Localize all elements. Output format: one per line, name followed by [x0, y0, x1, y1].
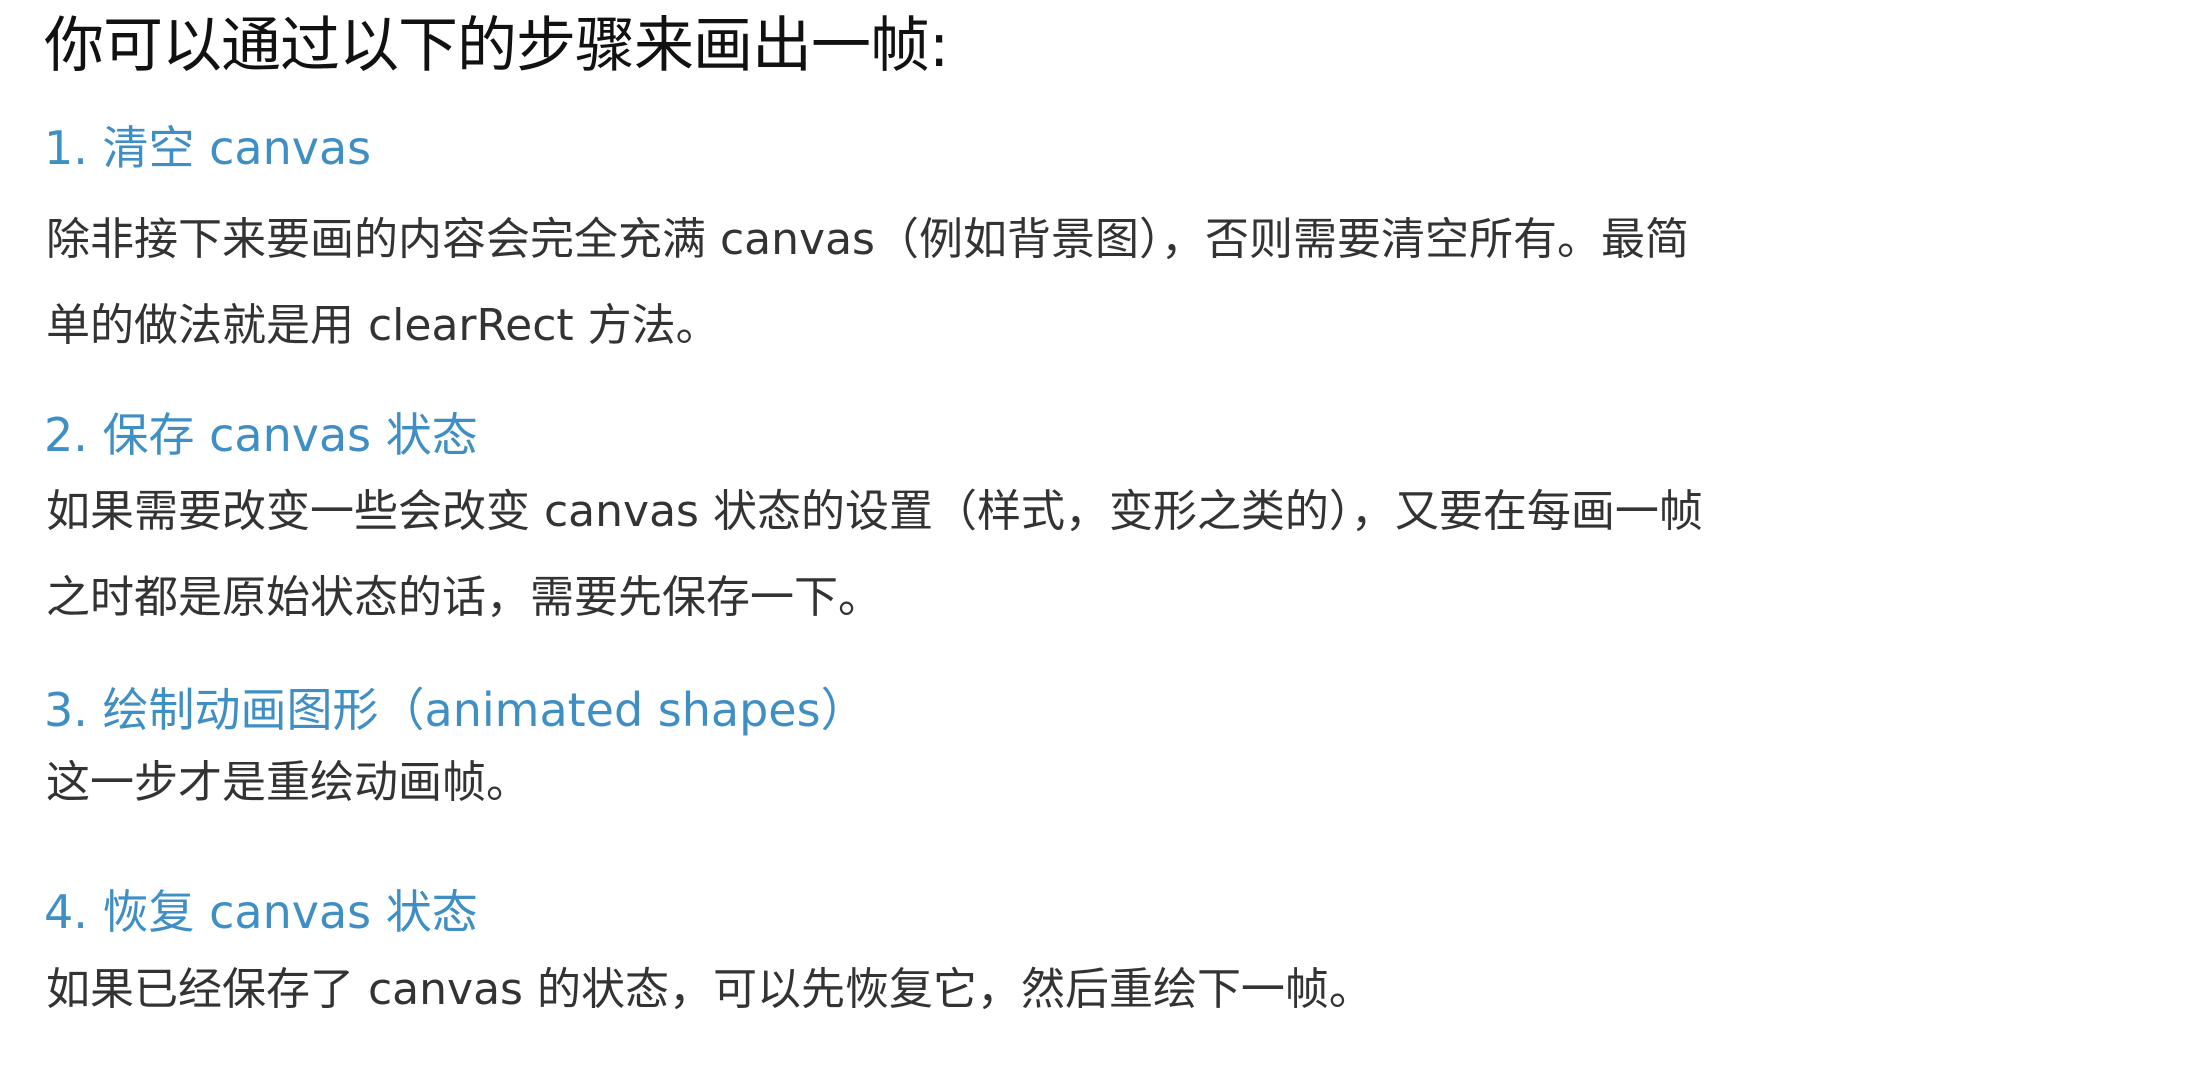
step-2-line-2: 之时都是原始状态的话，需要先保存一下。 — [46, 572, 882, 623]
step-2-body: 如果需要改变一些会改变 canvas 状态的设置（样式，变形之类的），又要在每画… — [46, 482, 1846, 628]
step-1-heading: 1. 清空 canvas — [44, 121, 372, 175]
step-3-heading: 3. 绘制动画图形（animated shapes） — [44, 683, 867, 737]
page-title: 你可以通过以下的步骤来画出一帧: — [44, 11, 949, 81]
step-4-body: 如果已经保存了 canvas 的状态，可以先恢复它，然后重绘下一帧。 — [46, 960, 1846, 1020]
step-2-heading: 2. 保存 canvas 状态 — [44, 408, 478, 462]
slide: 你可以通过以下的步骤来画出一帧: 1. 清空 canvas 除非接下来要画的内容… — [0, 0, 2204, 1076]
step-3-body: 这一步才是重绘动画帧。 — [46, 753, 1846, 813]
step-1-line-1: 除非接下来要画的内容会完全充满 canvas（例如背景图），否则需要清空所有。最… — [46, 214, 1689, 265]
step-3-line-1: 这一步才是重绘动画帧。 — [46, 757, 530, 808]
step-1-line-2: 单的做法就是用 clearRect 方法。 — [46, 300, 720, 351]
step-4-line-1: 如果已经保存了 canvas 的状态，可以先恢复它，然后重绘下一帧。 — [46, 964, 1373, 1015]
step-4-heading: 4. 恢复 canvas 状态 — [44, 885, 478, 939]
step-1-body: 除非接下来要画的内容会完全充满 canvas（例如背景图），否则需要清空所有。最… — [46, 210, 1846, 356]
step-2-line-1: 如果需要改变一些会改变 canvas 状态的设置（样式，变形之类的），又要在每画… — [46, 486, 1703, 537]
